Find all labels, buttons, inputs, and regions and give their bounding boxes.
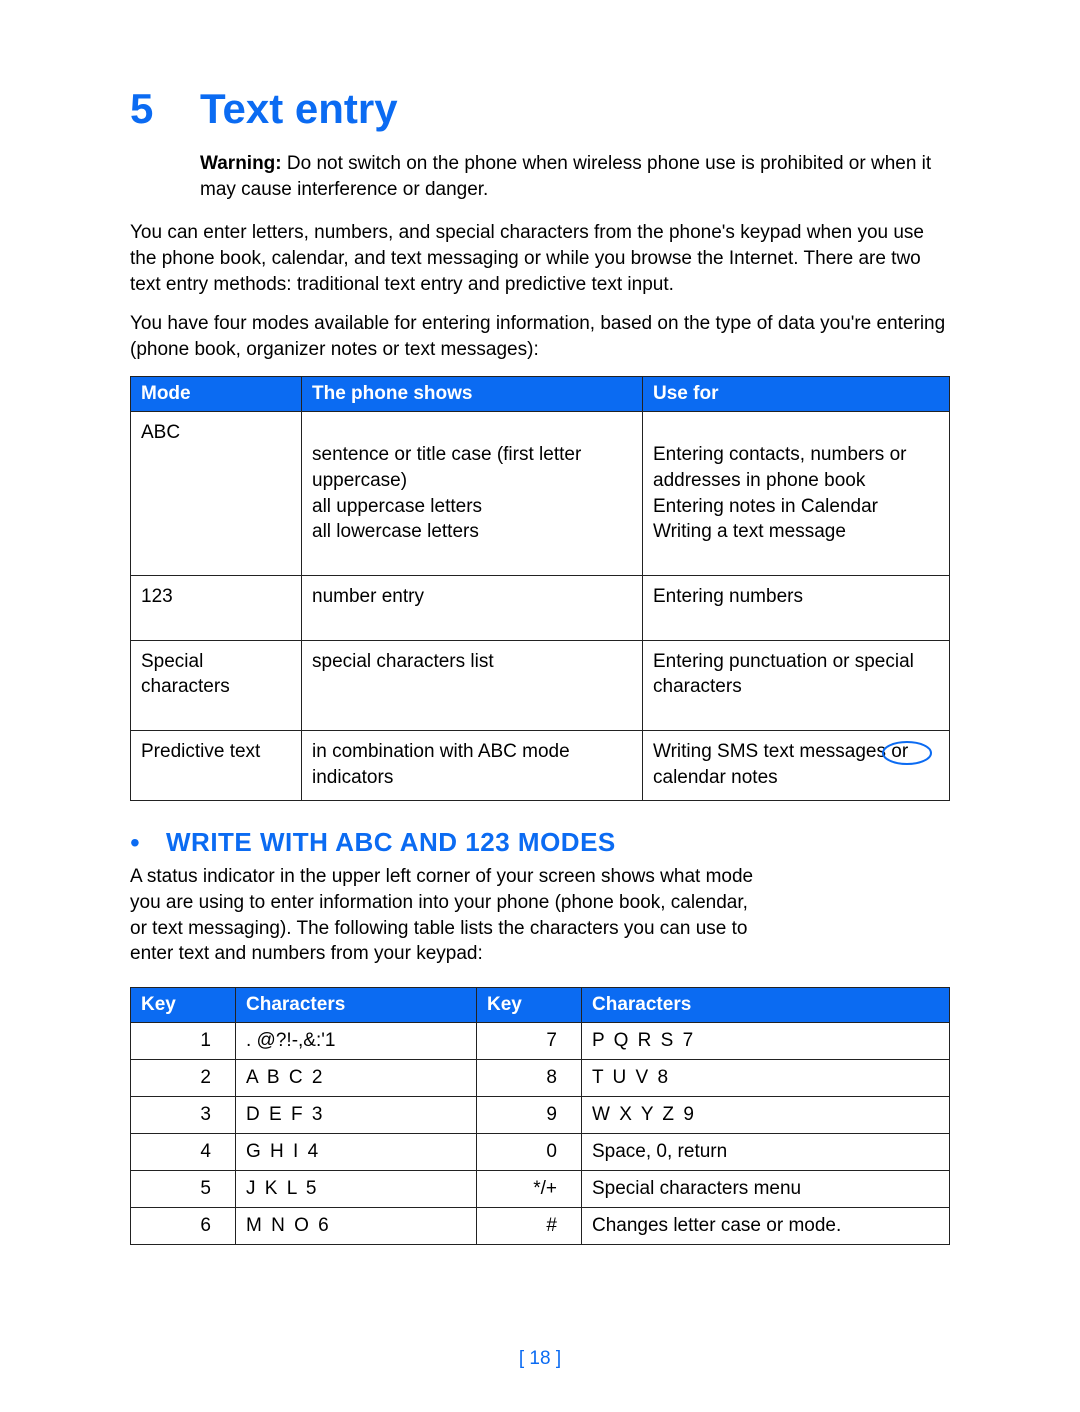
keys-th-key1: Key <box>131 987 236 1022</box>
keys-cell-key: 2 <box>131 1059 236 1096</box>
section-heading-row: • WRITE WITH ABC AND 123 MODES <box>130 827 950 858</box>
keys-cell-chars: J K L 5 <box>236 1170 477 1207</box>
keys-cell-key: 0 <box>477 1133 582 1170</box>
table-row: 1. @?!-,&:'17P Q R S 7 <box>131 1022 950 1059</box>
keys-cell-key: 8 <box>477 1059 582 1096</box>
warning-block: Warning: Do not switch on the phone when… <box>200 151 950 202</box>
keys-cell-key: 6 <box>131 1207 236 1244</box>
modes-cell-mode: Predictive text <box>131 730 302 800</box>
keys-cell-chars: A B C 2 <box>236 1059 477 1096</box>
keys-cell-chars: W X Y Z 9 <box>582 1096 950 1133</box>
table-row: 4G H I 40Space, 0, return <box>131 1133 950 1170</box>
keys-cell-chars: T U V 8 <box>582 1059 950 1096</box>
keys-cell-key: 4 <box>131 1133 236 1170</box>
keys-cell-chars: . @?!-,&:'1 <box>236 1022 477 1059</box>
table-row: Predictive text in combination with ABC … <box>131 730 950 800</box>
keys-cell-key: 3 <box>131 1096 236 1133</box>
intro-paragraph-2: You have four modes available for enteri… <box>130 311 950 362</box>
keys-cell-key: 1 <box>131 1022 236 1059</box>
modes-cell-value: sentence or title case (first letter upp… <box>312 442 632 545</box>
keys-cell-chars: Space, 0, return <box>582 1133 950 1170</box>
intro-paragraph-1: You can enter letters, numbers, and spec… <box>130 220 950 297</box>
table-row: ABC sentence or title case (first letter… <box>131 412 950 576</box>
table-row: 2A B C 28T U V 8 <box>131 1059 950 1096</box>
keys-cell-key: 5 <box>131 1170 236 1207</box>
table-header-row: Key Characters Key Characters <box>131 987 950 1022</box>
section-text: A status indicator in the upper left cor… <box>130 864 770 967</box>
chapter-title: Text entry <box>200 85 398 133</box>
page: 5 Text entry Warning: Do not switch on t… <box>0 0 1080 1412</box>
keys-cell-chars: G H I 4 <box>236 1133 477 1170</box>
modes-th-mode: Mode <box>131 377 302 412</box>
modes-th-use: Use for <box>643 377 950 412</box>
table-row: 123 number entry Entering numbers <box>131 576 950 641</box>
bullet-icon: • <box>130 829 166 857</box>
modes-cell-value: Entering contacts, numbers or addresses … <box>653 442 939 545</box>
modes-cell-shows: in combination with ABC mode indicators <box>302 730 643 800</box>
table-row: 3D E F 39W X Y Z 9 <box>131 1096 950 1133</box>
keys-cell-key: 9 <box>477 1096 582 1133</box>
modes-cell-shows: number entry <box>302 576 643 641</box>
modes-cell-shows: sentence or title case (first letter upp… <box>302 412 643 576</box>
keys-cell-chars: D E F 3 <box>236 1096 477 1133</box>
modes-cell-mode: 123 <box>131 576 302 641</box>
keys-th-chars2: Characters <box>582 987 950 1022</box>
modes-table: Mode The phone shows Use for ABC sentenc… <box>130 376 950 801</box>
modes-cell-mode: Special characters <box>131 640 302 730</box>
keys-cell-key: */+ <box>477 1170 582 1207</box>
chapter-number: 5 <box>130 85 200 133</box>
modes-cell-use: Entering contacts, numbers or addresses … <box>643 412 950 576</box>
modes-cell-mode: ABC <box>131 412 302 576</box>
modes-cell-use: Entering numbers <box>643 576 950 641</box>
section-heading: WRITE WITH ABC AND 123 MODES <box>166 827 616 858</box>
oval-icon <box>879 738 935 773</box>
table-row: 6M N O 6#Changes letter case or mode. <box>131 1207 950 1244</box>
modes-th-shows: The phone shows <box>302 377 643 412</box>
keys-table: Key Characters Key Characters 1. @?!-,&:… <box>130 987 950 1245</box>
warning-text: Do not switch on the phone when wireless… <box>200 153 931 200</box>
table-header-row: Mode The phone shows Use for <box>131 377 950 412</box>
warning-label: Warning: <box>200 153 282 174</box>
keys-cell-chars: M N O 6 <box>236 1207 477 1244</box>
keys-cell-chars: P Q R S 7 <box>582 1022 950 1059</box>
keys-th-chars1: Characters <box>236 987 477 1022</box>
chapter-heading: 5 Text entry <box>130 85 950 133</box>
keys-cell-key: # <box>477 1207 582 1244</box>
keys-th-key2: Key <box>477 987 582 1022</box>
table-row: Special characters special characters li… <box>131 640 950 730</box>
modes-cell-shows: special characters list <box>302 640 643 730</box>
modes-cell-use: Entering punctuation or special characte… <box>643 640 950 730</box>
page-number: [ 18 ] <box>0 1348 1080 1370</box>
keys-cell-key: 7 <box>477 1022 582 1059</box>
keys-cell-chars: Changes letter case or mode. <box>582 1207 950 1244</box>
keys-cell-chars: Special characters menu <box>582 1170 950 1207</box>
table-row: 5J K L 5*/+Special characters menu <box>131 1170 950 1207</box>
